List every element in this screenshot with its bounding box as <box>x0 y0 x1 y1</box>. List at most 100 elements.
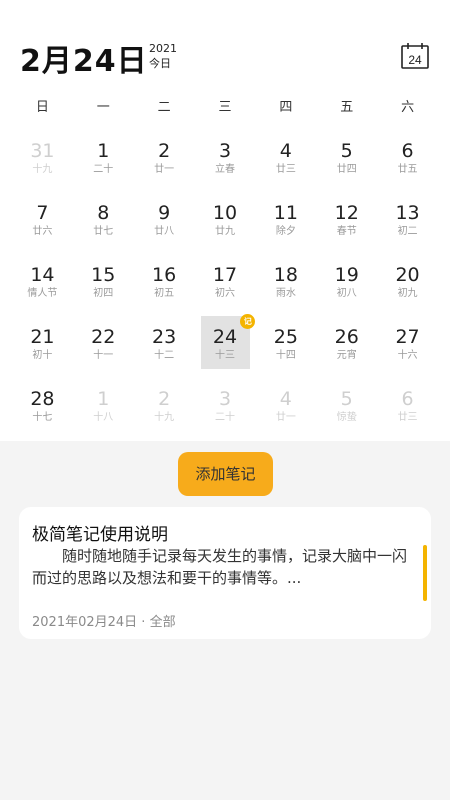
lunar-date: 十三 <box>214 350 235 361</box>
calendar-day[interactable]: 31 十九 <box>12 130 73 192</box>
day-number: 6 <box>401 388 414 410</box>
calendar-day[interactable]: 3 二十 <box>195 378 256 440</box>
day-number: 1 <box>97 388 110 410</box>
lunar-date: 春节 <box>336 226 357 237</box>
calendar-day[interactable]: 19 初八 <box>316 254 377 316</box>
calendar-day[interactable]: 10 廿九 <box>195 192 256 254</box>
day-number: 13 <box>395 202 420 224</box>
calendar-panel: 2月24日 2021 今日 24 日一二三四五六 31 十九 1 二十 2 廿一 3 立春 4 廿… <box>0 0 450 441</box>
calendar-day[interactable]: 5 惊蛰 <box>316 378 377 440</box>
note-title: 极简笔记使用说明 <box>32 525 168 545</box>
lunar-date: 廿九 <box>214 226 235 237</box>
day-number: 28 <box>30 388 55 410</box>
calendar-today-button[interactable]: 24 <box>400 42 430 70</box>
day-number: 25 <box>273 326 298 348</box>
lunar-date: 十六 <box>397 350 418 361</box>
lunar-date: 十一 <box>93 350 114 361</box>
year-today-label: 2021 今日 <box>149 41 177 71</box>
weekday-label: 二 <box>157 100 171 115</box>
calendar-day[interactable]: 1 十八 <box>73 378 134 440</box>
lunar-date: 十九 <box>154 412 175 423</box>
lunar-date: 元宵 <box>336 350 357 361</box>
calendar-day[interactable]: 3 立春 <box>195 130 256 192</box>
note-body: 随时随地随手记录每天发生的事情，记录大脑中一闪而过的思路以及想法和要干的事情等。… <box>32 547 408 587</box>
day-number: 4 <box>279 388 292 410</box>
lunar-date: 廿一 <box>275 412 296 423</box>
calendar-day[interactable]: 18 雨水 <box>255 254 316 316</box>
day-number: 9 <box>158 202 171 224</box>
lunar-date: 二十 <box>93 164 114 175</box>
calendar-day[interactable]: 4 廿一 <box>255 378 316 440</box>
calendar-day[interactable]: 26 元宵 <box>316 316 377 378</box>
calendar-day[interactable]: 13 初二 <box>377 192 438 254</box>
calendar-day[interactable]: 2 十九 <box>134 378 195 440</box>
calendar-day[interactable]: 12 春节 <box>316 192 377 254</box>
calendar-day[interactable]: 27 十六 <box>377 316 438 378</box>
lunar-date: 二十 <box>214 412 235 423</box>
lunar-date: 十九 <box>32 164 53 175</box>
day-number: 11 <box>273 202 298 224</box>
day-number: 3 <box>218 388 232 410</box>
weekday-label: 六 <box>401 100 415 115</box>
calendar-day[interactable]: 16 初五 <box>134 254 195 316</box>
calendar-day[interactable]: 20 初九 <box>377 254 438 316</box>
lunar-date: 廿三 <box>275 164 296 175</box>
day-number: 12 <box>334 202 359 224</box>
weekday-row: 日一二三四五六 <box>12 96 438 118</box>
note-scroll-indicator <box>423 545 427 601</box>
lunar-date: 十二 <box>154 350 175 361</box>
lunar-date: 惊蛰 <box>336 412 357 423</box>
day-number: 5 <box>340 140 353 162</box>
calendar-day[interactable]: 25 十四 <box>255 316 316 378</box>
calendar-day[interactable]: 7 廿六 <box>12 192 73 254</box>
calendar-header: 2月24日 2021 今日 24 <box>0 0 450 88</box>
calendar-day[interactable]: 2 廿一 <box>134 130 195 192</box>
lunar-date: 初四 <box>93 288 114 299</box>
calendar-day[interactable]: 5 廿四 <box>316 130 377 192</box>
note-badge-icon: 记 <box>240 314 256 329</box>
weekday-label: 五 <box>340 100 354 115</box>
calendar-day[interactable]: 6 廿五 <box>377 130 438 192</box>
lunar-date: 十八 <box>93 412 114 423</box>
calendar-day[interactable]: 21 初十 <box>12 316 73 378</box>
calendar-day[interactable]: 11 除夕 <box>255 192 316 254</box>
day-number: 3 <box>218 140 232 162</box>
calendar-day[interactable]: 9 廿八 <box>134 192 195 254</box>
weekday-label: 日 <box>35 100 49 115</box>
page-title: 2月24日 <box>20 44 148 79</box>
lunar-date: 廿七 <box>93 226 114 237</box>
add-note-button[interactable]: 添加笔记 <box>178 452 273 496</box>
calendar-day[interactable]: 8 廿七 <box>73 192 134 254</box>
day-number: 21 <box>30 326 55 348</box>
lunar-date: 雨水 <box>275 288 296 299</box>
lunar-date: 初十 <box>32 350 53 361</box>
weekday-label: 三 <box>218 100 232 115</box>
lunar-date: 情人节 <box>27 288 58 299</box>
day-number: 10 <box>212 202 238 224</box>
calendar-day[interactable]: 6 廿三 <box>377 378 438 440</box>
day-number: 2 <box>158 140 171 162</box>
day-number: 14 <box>30 264 55 286</box>
lunar-date: 立春 <box>214 164 235 175</box>
calendar-day[interactable]: 1 二十 <box>73 130 134 192</box>
day-number: 26 <box>334 326 359 348</box>
calendar-day[interactable]: 17 初六 <box>195 254 256 316</box>
calendar-day[interactable]: 4 廿三 <box>255 130 316 192</box>
day-number: 27 <box>395 326 420 348</box>
calendar-day-selected[interactable]: 24 十三 记 <box>195 314 256 378</box>
day-number: 18 <box>273 264 298 286</box>
calendar-grid: 31 十九 1 二十 2 廿一 3 立春 4 廿三 5 廿四 6 廿五 7 廿六 8 廿七 9 廿八 10 廿九 11 除夕 1… <box>12 130 438 440</box>
day-number: 31 <box>30 140 55 162</box>
calendar-day[interactable]: 15 初四 <box>73 254 134 316</box>
calendar-day[interactable]: 28 十七 <box>12 378 73 440</box>
day-number: 7 <box>36 202 49 224</box>
note-card[interactable]: 极简笔记使用说明 随时随地随手记录每天发生的事情，记录大脑中一闪而过的思路以及想… <box>19 507 431 639</box>
calendar-day[interactable]: 23 十二 <box>134 316 195 378</box>
lunar-date: 十七 <box>32 412 53 423</box>
year-label: 2021 <box>149 42 177 55</box>
lunar-date: 廿一 <box>154 164 175 175</box>
lunar-date: 廿四 <box>336 164 357 175</box>
calendar-day[interactable]: 22 十一 <box>73 316 134 378</box>
calendar-day[interactable]: 14 情人节 <box>12 254 73 316</box>
day-number: 17 <box>212 264 238 286</box>
